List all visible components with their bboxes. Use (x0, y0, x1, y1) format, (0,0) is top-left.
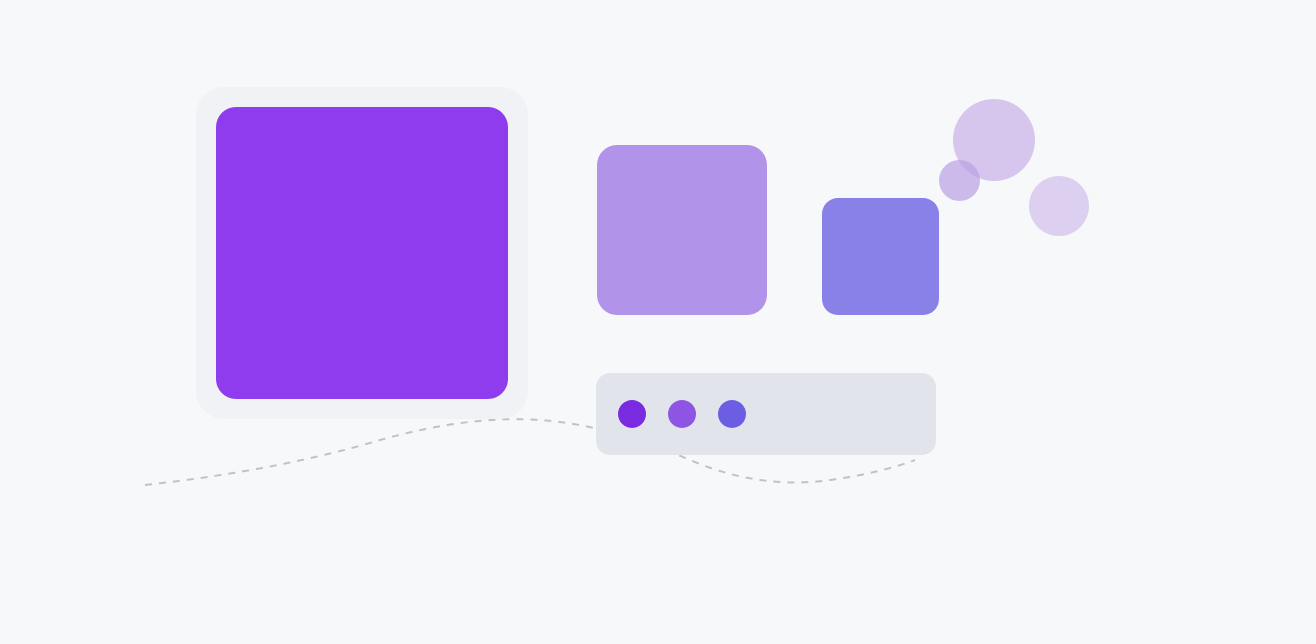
small-periwinkle-square (822, 198, 939, 315)
color-swatch-bar (596, 373, 936, 455)
large-purple-square (216, 107, 508, 399)
swatch-dot-purple (618, 400, 646, 428)
medium-lavender-square (597, 145, 767, 315)
large-square-frame (196, 87, 528, 419)
decorative-circle-medium (1029, 176, 1089, 236)
swatch-dot-indigo (718, 400, 746, 428)
decorative-circle-small (939, 160, 980, 201)
swatch-dot-violet (668, 400, 696, 428)
